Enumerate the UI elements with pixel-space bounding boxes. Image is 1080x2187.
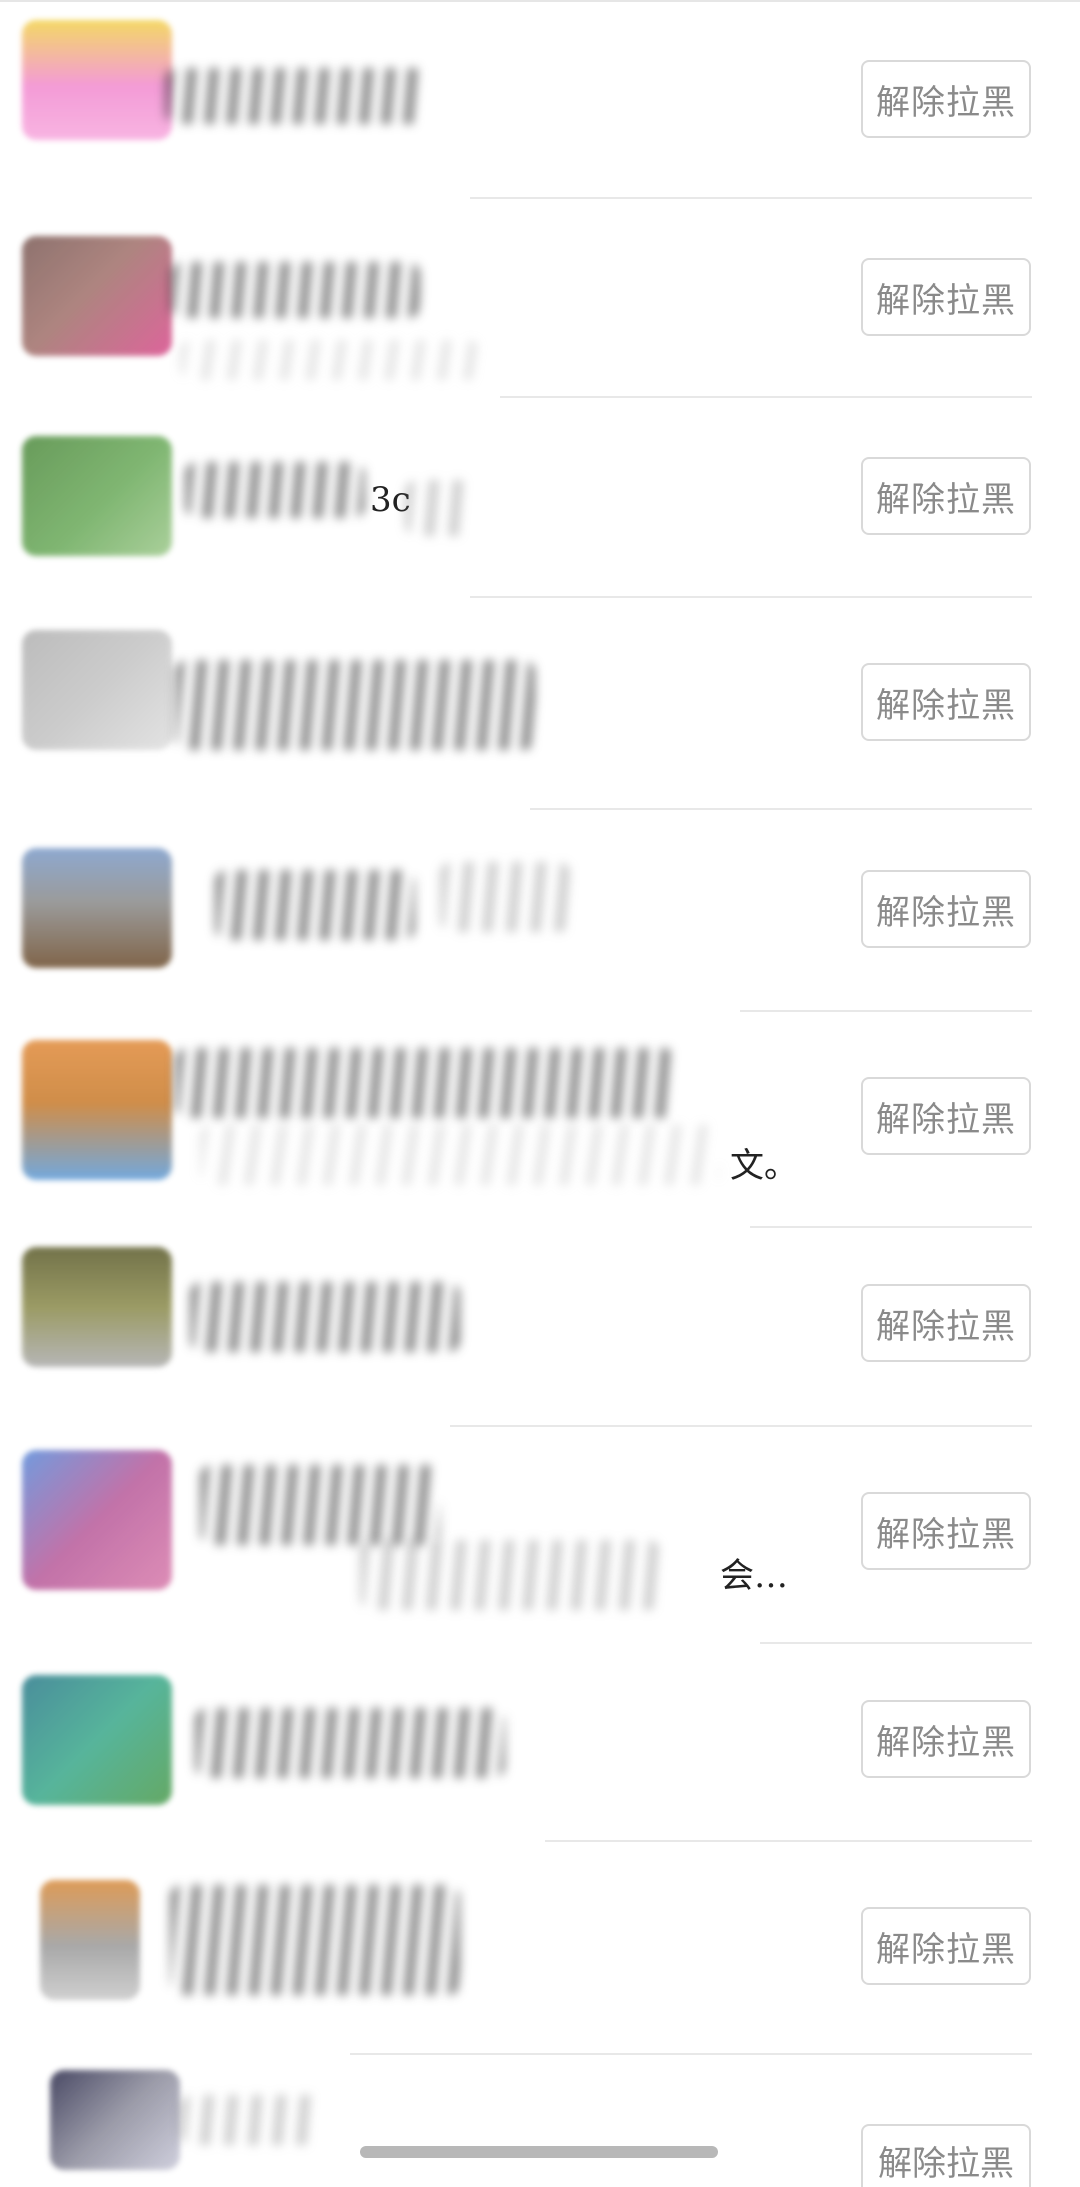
unblock-button[interactable]: 解除拉黑: [861, 1700, 1031, 1778]
list-divider: [545, 1840, 1032, 1842]
avatar[interactable]: [22, 236, 172, 356]
username-blurred: [185, 462, 365, 518]
username-blurred: [165, 68, 425, 124]
list-divider: [500, 396, 1032, 398]
username-blurred-tail: [405, 480, 470, 536]
username-blurred: [180, 2095, 320, 2145]
username-blurred: [215, 870, 415, 940]
avatar[interactable]: [22, 1040, 172, 1180]
unblock-button[interactable]: 解除拉黑: [861, 1492, 1031, 1570]
list-divider: [760, 1642, 1032, 1644]
unblock-button[interactable]: 解除拉黑: [861, 1284, 1031, 1362]
list-divider: [530, 808, 1032, 810]
avatar[interactable]: [22, 436, 172, 556]
username-subline-blurred: [180, 340, 480, 380]
username-subline-blurred: [360, 1540, 660, 1610]
list-divider: [740, 1010, 1032, 1012]
unblock-button[interactable]: 解除拉黑: [861, 663, 1031, 741]
username-visible-fragment: 文。: [730, 1146, 798, 1186]
avatar[interactable]: [22, 1247, 172, 1367]
username-blurred: [190, 1282, 460, 1352]
list-divider: [350, 2053, 1032, 2055]
unblock-button[interactable]: 解除拉黑: [861, 2124, 1031, 2187]
unblock-button[interactable]: 解除拉黑: [861, 870, 1031, 948]
username-blurred-tail: [440, 862, 570, 932]
list-divider: [470, 596, 1032, 598]
home-indicator[interactable]: [360, 2146, 718, 2158]
username-blurred: [175, 660, 535, 750]
avatar[interactable]: [50, 2070, 180, 2170]
unblock-button[interactable]: 解除拉黑: [861, 1077, 1031, 1155]
unblock-button[interactable]: 解除拉黑: [861, 258, 1031, 336]
username-blurred: [170, 1885, 460, 1995]
list-divider: [470, 197, 1032, 199]
unblock-button[interactable]: 解除拉黑: [861, 60, 1031, 138]
unblock-button[interactable]: 解除拉黑: [861, 457, 1031, 535]
username-blurred: [200, 1465, 440, 1545]
avatar[interactable]: [22, 848, 172, 968]
unblock-button[interactable]: 解除拉黑: [861, 1907, 1031, 1985]
list-divider: [750, 1226, 1032, 1228]
list-divider: [450, 1425, 1032, 1427]
username-subline-blurred: [200, 1125, 720, 1185]
top-divider: [0, 0, 1080, 2]
avatar[interactable]: [22, 630, 172, 750]
avatar[interactable]: [22, 1675, 172, 1805]
username-blurred: [195, 1708, 505, 1778]
avatar[interactable]: [22, 20, 172, 140]
avatar[interactable]: [40, 1880, 140, 2000]
username-blurred: [175, 1048, 675, 1118]
username-blurred: [170, 262, 420, 318]
avatar[interactable]: [22, 1450, 172, 1590]
username-visible-fragment: 会…: [720, 1556, 788, 1596]
